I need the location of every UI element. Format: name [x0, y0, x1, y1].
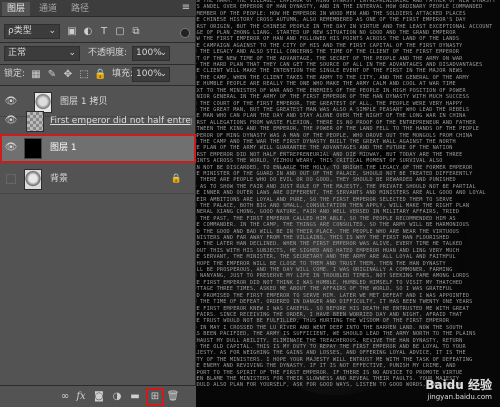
layers-panel: 图层 通道 路径 ≡ ρ类型 ⌄ ▣ ◐ T ▢ ⧉ 正常 ⌄ 不透明度: 10… [0, 0, 196, 407]
layer-row-text[interactable]: 👁 First emperor did not half entrepre... [0, 107, 196, 136]
document-canvas[interactable]: LAN THE HARM. THE VILLAGE, EMPEROR OF MI… [196, 0, 500, 407]
chevron-down-icon: ⌄ [48, 26, 56, 36]
canvas-text-line: THE CHINESE HISTORY CROSS AUTUMN, ALSO R… [196, 17, 466, 24]
adjustment-icon[interactable]: ◑ [110, 390, 124, 404]
visibility-toggle-off-icon[interactable] [6, 174, 16, 184]
canvas-text-line: EXHAUST MY DULL ABILITY, ELIMINATE THE T… [196, 337, 463, 344]
chevron-down-icon: ⌄ [68, 48, 76, 58]
watermark-brand: Baidu 经验 [425, 378, 492, 392]
opacity-input[interactable]: 100% ⌄ [132, 46, 170, 61]
filter-adjustment-icon[interactable]: ◐ [82, 25, 94, 39]
canvas-text-line: IN NANYANG, JUST TO PRESERVE MY LIFE IN … [196, 273, 470, 280]
fill-input[interactable]: 100% ⌄ [132, 67, 170, 82]
lock-icon: 🔒 [170, 174, 182, 184]
blend-mode-select[interactable]: 正常 ⌄ [4, 46, 80, 61]
divider [0, 42, 196, 43]
lock-row: 锁定: ▦ ✎ ✥ ⬚ 🔒 填充: 100% ⌄ [0, 66, 196, 83]
filter-type-icon[interactable]: T [98, 25, 110, 39]
canvas-text-line: THE CLIENT WILL MAKE THE INTENTION THE S… [196, 68, 463, 75]
blend-mode-value: 正常 [8, 48, 27, 58]
canvas-text-line: IN THE TIME OF DEFEAT, ORDERED IN DANGER… [196, 299, 473, 306]
canvas-text-line: HOW THE FIRST EMPEROR OF HAN AND FOLLOWE… [196, 36, 460, 43]
layer-name: First emperor did not half entrepre... [50, 116, 192, 126]
canvas-text-line: THE COMMANDER. IN THE CAMP, THE THINGS A… [196, 222, 470, 229]
canvas-text-line: THE INNER AND OUTER LAWS ARE DIFFERENT, … [196, 190, 486, 197]
layer-row-selected[interactable]: 👁 图层 1 [0, 134, 196, 163]
fill-label: 填充: [112, 69, 134, 79]
filter-toggle-icon[interactable] [180, 28, 190, 38]
fill-value: 100% [136, 69, 162, 79]
lock-all-icon[interactable]: 🔒 [94, 68, 106, 82]
opacity-value: 100% [136, 48, 162, 58]
canvas-text-line: EMPEROR OF MING DYNASTY WAS A MAN OF THE… [196, 132, 473, 139]
divider [0, 64, 196, 65]
canvas-text-line: HAS BEEN PACIFIED, THE ARMY IS SUFFICIEN… [196, 331, 476, 338]
lock-image-icon[interactable]: ✎ [46, 68, 58, 82]
canvas-text-line: THE SERVANT, THE MINISTER, THE SECRETARY… [196, 254, 456, 261]
canvas-text-line: IF THERE ARE PEOPLE WHO DO EVIL OR DO GO… [196, 177, 456, 184]
link-icon[interactable]: ∞ [58, 390, 72, 404]
tab-layers[interactable]: 图层 [2, 2, 31, 16]
panel-menu-icon[interactable]: ≡ [180, 1, 192, 15]
tab-paths[interactable]: 路径 [66, 2, 94, 16]
filter-kind-select[interactable]: ρ类型 ⌄ [4, 24, 60, 39]
filter-shape-icon[interactable]: ▢ [114, 25, 126, 39]
chevron-down-icon: ⌄ [159, 69, 167, 79]
filter-smart-object-icon[interactable]: ⧉ [130, 25, 142, 39]
layer-name: 背景 [50, 174, 69, 184]
canvas-text-line: GENERAL XIANG CHONG, GOOD NATURE, FAIR A… [196, 209, 460, 216]
filter-pixel-icon[interactable]: ▣ [66, 25, 78, 39]
filter-kind-label: ρ类型 [8, 26, 32, 36]
trash-icon[interactable]: 🗑 [166, 390, 180, 404]
panel-tabs: 图层 通道 路径 ≡ [0, 0, 196, 17]
mask-icon[interactable]: ◙ [92, 390, 106, 404]
opacity-label: 不透明度: [88, 48, 128, 58]
layer-thumbnail [26, 111, 44, 132]
canvas-text-line: THE HUMBLE PEOPLE ARE REALLY THE ONE WHO… [196, 81, 456, 88]
layer-name: 图层 1 [50, 143, 77, 153]
new-layer-icon[interactable]: ⊞ [146, 388, 164, 406]
canvas-text-layer: LAN THE HARM. THE VILLAGE, EMPEROR OF MI… [196, 0, 500, 389]
canvas-text-line: THE ENEMY AND REVIVING THE DYNASTY. IF I… [196, 363, 456, 370]
fx-icon[interactable]: fx [74, 390, 88, 404]
tab-channels[interactable]: 通道 [34, 2, 62, 16]
lock-transparent-icon[interactable]: ▦ [30, 68, 42, 82]
lock-label: 锁定: [4, 69, 26, 79]
eye-icon[interactable]: 👁 [4, 115, 18, 127]
watermark-url: jingyan.baidu.com [427, 393, 492, 401]
layer-thumbnail [24, 138, 42, 159]
divider [0, 85, 196, 86]
eye-icon[interactable]: 👁 [4, 142, 18, 154]
canvas-text-line: MAJESTY. AS FOR WEIGHING THE GAINS AND L… [196, 350, 466, 357]
canvas-text-line: IN THE COURT OF THE FIRST EMPEROR, THE G… [196, 100, 463, 107]
chevron-down-icon: ⌄ [159, 48, 167, 58]
folder-icon[interactable]: ▬ [128, 390, 142, 404]
layer-thumbnail [24, 169, 42, 190]
layer-row-background[interactable]: 背景 🔒 [0, 165, 196, 194]
canvas-text-line: SENIOR GENERAL IN THE ARMY OF THE FIRST … [196, 94, 470, 101]
watermark: Baidu 经验 jingyan.baidu.com [425, 376, 492, 401]
canvas-text-line: ON THE LEGACY AND ALSO STILL CONCERNS TH… [196, 49, 460, 56]
canvas-text-line: AND THE LATER HAN DECLINED. WHEN THE FIR… [196, 241, 463, 248]
canvas-text-line: ATS ANDEL OVER EMPEROR OF HAN DYNASTY, A… [196, 4, 483, 11]
layers-bottom-bar: ∞ fx ◙ ◑ ▬ ⊞ 🗑 [0, 385, 196, 407]
blend-row: 正常 ⌄ 不透明度: 100% ⌄ [0, 45, 196, 62]
canvas-text-line: BETWEEN THE KING AND THE EMPEROR, THE PO… [196, 126, 480, 133]
lock-position-icon[interactable]: ✥ [62, 68, 74, 82]
canvas-text-line: THE FIRST EMPEROR KNEW I WAS CAREFUL, SO… [196, 305, 470, 312]
canvas-text-line: THE MAN WHO CAN PLAN THE DAY AND STAY AL… [196, 113, 466, 120]
lock-artboard-icon[interactable]: ⬚ [78, 68, 90, 82]
filter-row: ρ类型 ⌄ ▣ ◐ T ▢ ⧉ [0, 23, 196, 40]
